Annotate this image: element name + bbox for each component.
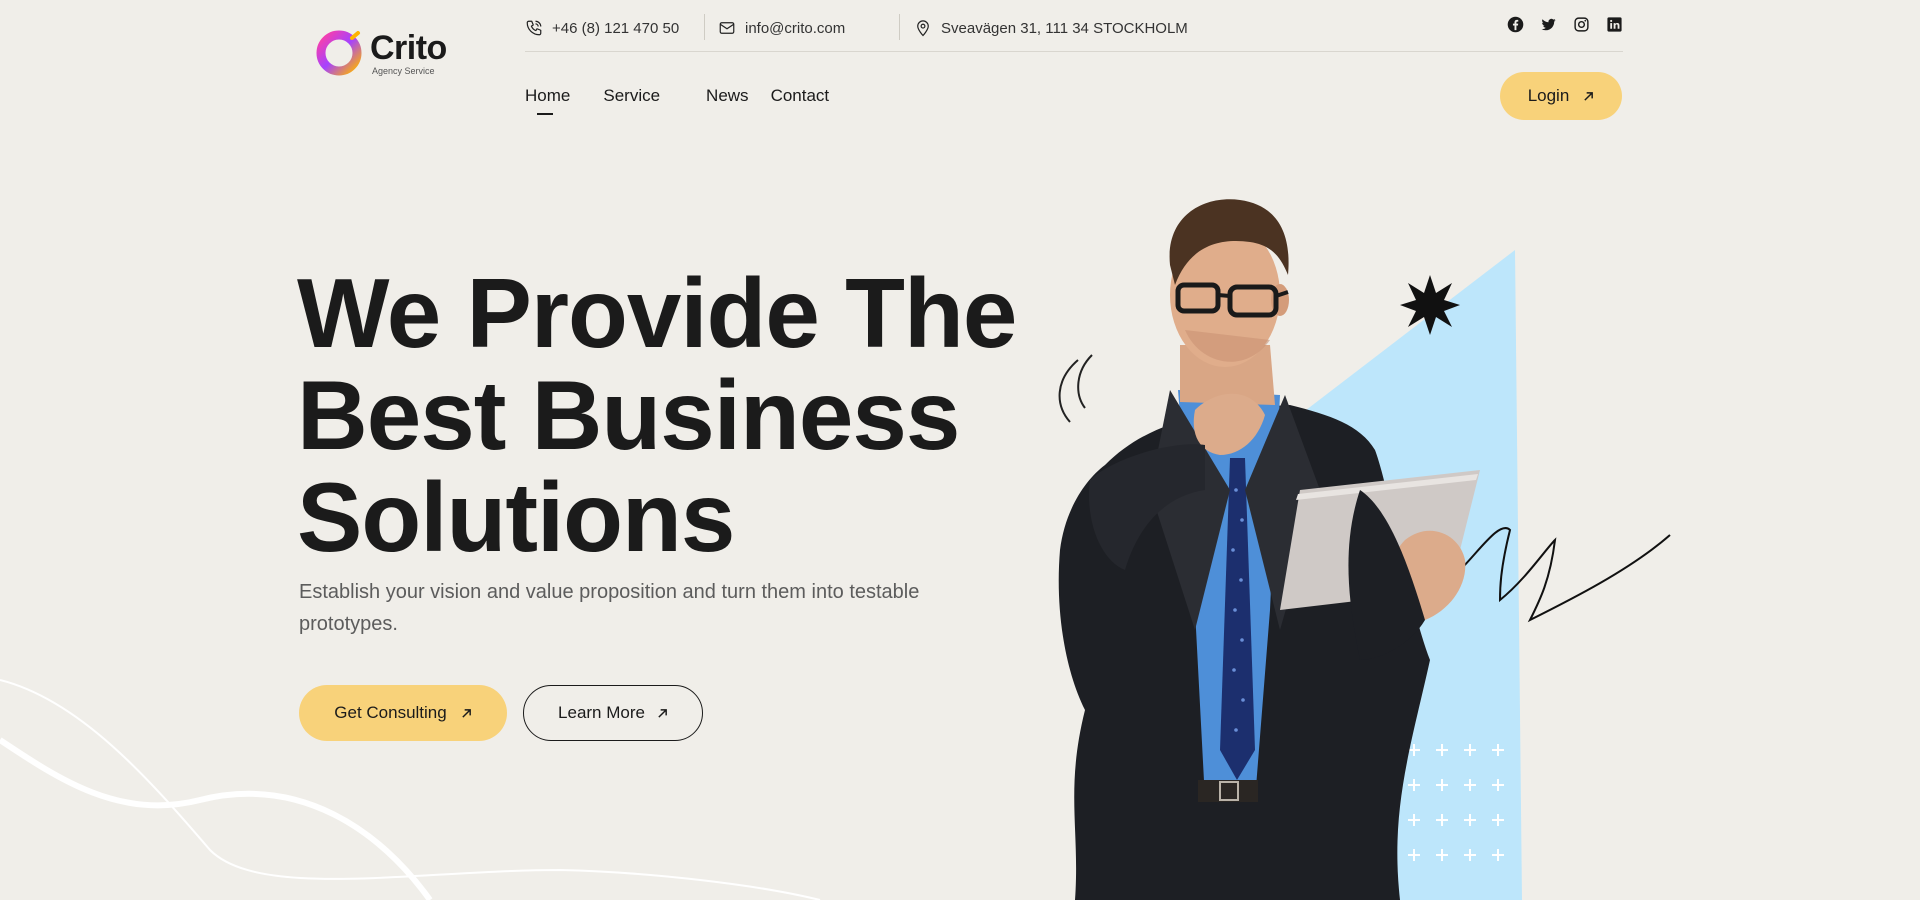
contact-address[interactable]: Sveavägen 31, 111 34 STOCKHOLM [914,14,1188,42]
learn-more-button[interactable]: Learn More [523,685,703,741]
topbar: +46 (8) 121 470 50 info@crito.com Sveavä… [525,14,1623,52]
hero-title-line-1: We Provide The [297,258,1017,368]
nav-item-service[interactable]: Service [603,86,660,106]
linkedin-icon[interactable] [1606,16,1623,33]
email-text: info@crito.com [745,19,846,37]
logo[interactable]: Crito Agency Service [316,30,447,76]
facebook-icon[interactable] [1507,16,1524,33]
contact-email[interactable]: info@crito.com [718,14,845,42]
hero-title: We Provide The Best Business Solutions [297,262,1057,568]
hero-subtitle: Establish your vision and value proposit… [299,581,920,635]
decorative-marks [1058,354,1093,423]
contact-phone[interactable]: +46 (8) 121 470 50 [525,14,679,42]
map-pin-icon [917,20,929,37]
phone-icon [526,20,542,36]
logo-name: Crito [370,28,447,67]
divider [899,14,900,40]
nav-item-news[interactable]: News [706,86,749,106]
mail-icon [719,22,735,34]
address-text: Sveavägen 31, 111 34 STOCKHOLM [941,19,1188,37]
learn-more-label: Learn More [558,703,645,722]
logo-mark-icon [316,30,362,76]
social-links [1507,16,1623,33]
login-button[interactable]: Login [1500,72,1622,120]
arrow-up-right-icon [658,708,667,718]
logo-tagline: Agency Service [372,65,435,76]
hero-title-line-3: Solutions [297,462,735,572]
divider [704,14,705,40]
arrow-up-right-icon [462,708,471,718]
twitter-icon[interactable] [1540,16,1557,33]
phone-text: +46 (8) 121 470 50 [552,19,680,37]
nav-item-home[interactable]: Home [525,86,570,115]
arrow-up-right-icon [1584,91,1594,101]
nav-item-contact[interactable]: Contact [771,86,830,106]
main-nav: Home Service News Contact [525,86,830,115]
star-icon [1400,275,1460,335]
login-label: Login [1527,86,1570,105]
get-consulting-label: Get Consulting [334,703,447,722]
hero-title-line-2: Best Business [297,360,960,470]
get-consulting-button[interactable]: Get Consulting [299,685,507,741]
hero-illustration [1058,199,1671,900]
instagram-icon[interactable] [1573,16,1590,33]
